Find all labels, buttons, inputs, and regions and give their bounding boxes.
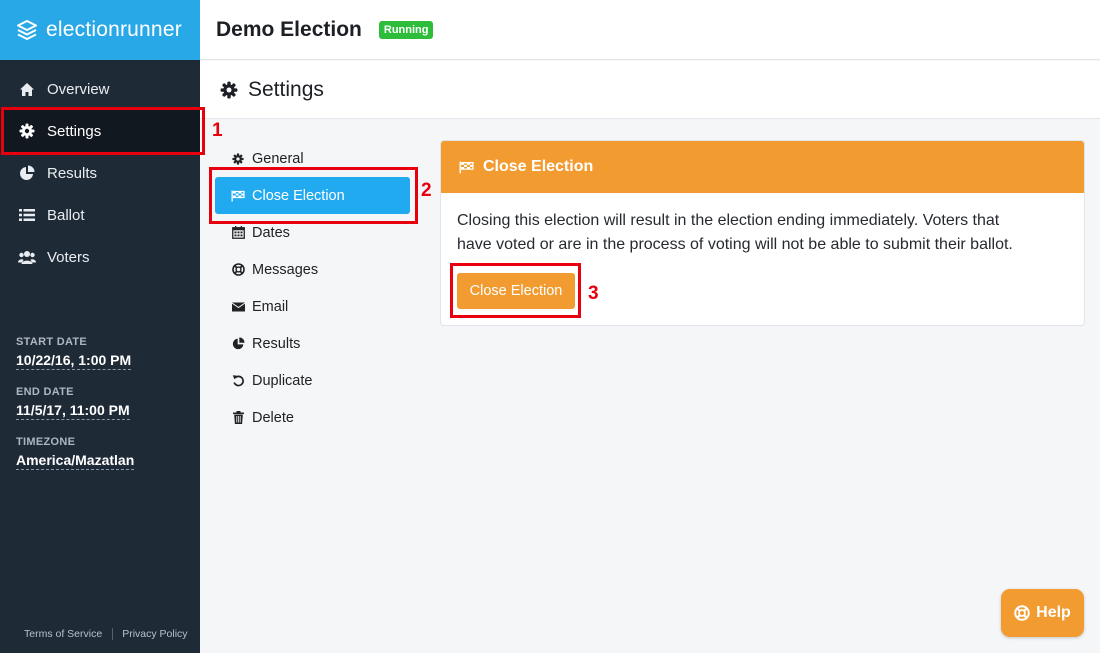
list-icon bbox=[18, 206, 36, 224]
subnav-item-label: Email bbox=[252, 298, 289, 315]
start-date-label: START DATE bbox=[16, 336, 88, 348]
subnav-item-label: General bbox=[252, 150, 304, 167]
election-meta: START DATE 10/22/16, 1:00 PM END DATE 11… bbox=[16, 336, 135, 486]
subnav-item-email[interactable]: Email bbox=[215, 288, 410, 325]
annotation-number-2: 2 bbox=[421, 180, 432, 201]
sidebar-item-label: Settings bbox=[47, 122, 102, 140]
annotation-number-3: 3 bbox=[588, 283, 599, 304]
sidebar: electionrunner Overview Settings Results… bbox=[0, 0, 200, 653]
envelope-icon bbox=[231, 300, 245, 314]
close-election-panel: Close Election Closing this election wil… bbox=[440, 140, 1085, 326]
subnav-item-delete[interactable]: Delete bbox=[215, 399, 410, 436]
subnav-item-general[interactable]: General bbox=[215, 140, 410, 177]
calendar-icon bbox=[231, 226, 245, 240]
subnav-item-messages[interactable]: Messages bbox=[215, 251, 410, 288]
lifebuoy-icon bbox=[1014, 605, 1030, 621]
users-icon bbox=[18, 248, 36, 266]
subnav-item-close-election[interactable]: Close Election bbox=[215, 177, 410, 214]
logo-text: electionrunner bbox=[46, 18, 182, 41]
subnav-item-label: Messages bbox=[252, 261, 319, 278]
subnav-item-dates[interactable]: Dates bbox=[215, 214, 410, 251]
subnav-item-results[interactable]: Results bbox=[215, 325, 410, 362]
sidebar-item-settings[interactable]: Settings bbox=[0, 110, 200, 152]
lifebuoy-icon bbox=[231, 263, 245, 277]
sidebar-item-ballot[interactable]: Ballot bbox=[0, 194, 200, 236]
sidebar-item-label: Overview bbox=[47, 80, 110, 98]
timezone-label: TIMEZONE bbox=[16, 436, 76, 448]
sidebar-nav: Overview Settings Results Ballot Voters bbox=[0, 68, 200, 278]
sidebar-item-label: Results bbox=[47, 164, 98, 182]
sidebar-item-label: Voters bbox=[47, 248, 90, 266]
help-label: Help bbox=[1036, 604, 1071, 621]
help-button[interactable]: Help bbox=[1001, 589, 1084, 637]
subnav-item-duplicate[interactable]: Duplicate bbox=[215, 362, 410, 399]
layers-logo-icon bbox=[17, 20, 37, 40]
gear-icon bbox=[18, 122, 36, 140]
pie-chart-icon bbox=[231, 337, 245, 351]
sidebar-item-voters[interactable]: Voters bbox=[0, 236, 200, 278]
gear-icon bbox=[220, 81, 238, 99]
footer-divider bbox=[112, 628, 114, 640]
undo-icon bbox=[231, 374, 245, 388]
annotation-number-1: 1 bbox=[212, 120, 223, 141]
end-date-label: END DATE bbox=[16, 386, 74, 398]
subnav-item-label: Close Election bbox=[252, 187, 345, 204]
home-icon bbox=[18, 80, 36, 98]
trash-icon bbox=[231, 411, 245, 425]
terms-link[interactable]: Terms of Service bbox=[24, 628, 102, 640]
close-election-button[interactable]: Close Election bbox=[457, 273, 575, 309]
panel-title: Close Election bbox=[483, 158, 594, 175]
flag-icon bbox=[459, 161, 474, 174]
logo[interactable]: electionrunner bbox=[0, 0, 200, 60]
subnav-item-label: Delete bbox=[252, 409, 294, 426]
sidebar-item-overview[interactable]: Overview bbox=[0, 68, 200, 110]
status-badge: Running bbox=[378, 20, 434, 39]
sidebar-item-label: Ballot bbox=[47, 206, 85, 224]
sidebar-footer: Terms of Service Privacy Policy bbox=[24, 628, 188, 640]
end-date-value[interactable]: 11/5/17, 11:00 PM bbox=[16, 402, 130, 420]
gear-icon bbox=[231, 152, 245, 166]
panel-body: Closing this election will result in the… bbox=[441, 193, 1084, 257]
settings-subnav: General Close Election Dates Messages Em… bbox=[215, 140, 410, 436]
panel-description-line-1: Closing this election will result in the… bbox=[457, 212, 1000, 229]
page-header: Settings bbox=[200, 61, 1100, 119]
subnav-item-label: Dates bbox=[252, 224, 290, 241]
top-bar: Demo Election Running bbox=[200, 0, 1100, 60]
sidebar-item-results[interactable]: Results bbox=[0, 152, 200, 194]
flag-icon bbox=[231, 189, 245, 203]
pie-chart-icon bbox=[18, 164, 36, 182]
panel-header: Close Election bbox=[441, 141, 1084, 193]
panel-description-line-2: have voted or are in the process of voti… bbox=[457, 236, 1013, 253]
election-title: Demo Election bbox=[216, 17, 362, 41]
subnav-item-label: Duplicate bbox=[252, 372, 313, 389]
timezone-value[interactable]: America/Mazatlan bbox=[16, 452, 135, 470]
privacy-link[interactable]: Privacy Policy bbox=[122, 628, 187, 640]
subnav-item-label: Results bbox=[252, 335, 301, 352]
start-date-value[interactable]: 10/22/16, 1:00 PM bbox=[16, 352, 132, 370]
page-title: Settings bbox=[248, 77, 324, 101]
